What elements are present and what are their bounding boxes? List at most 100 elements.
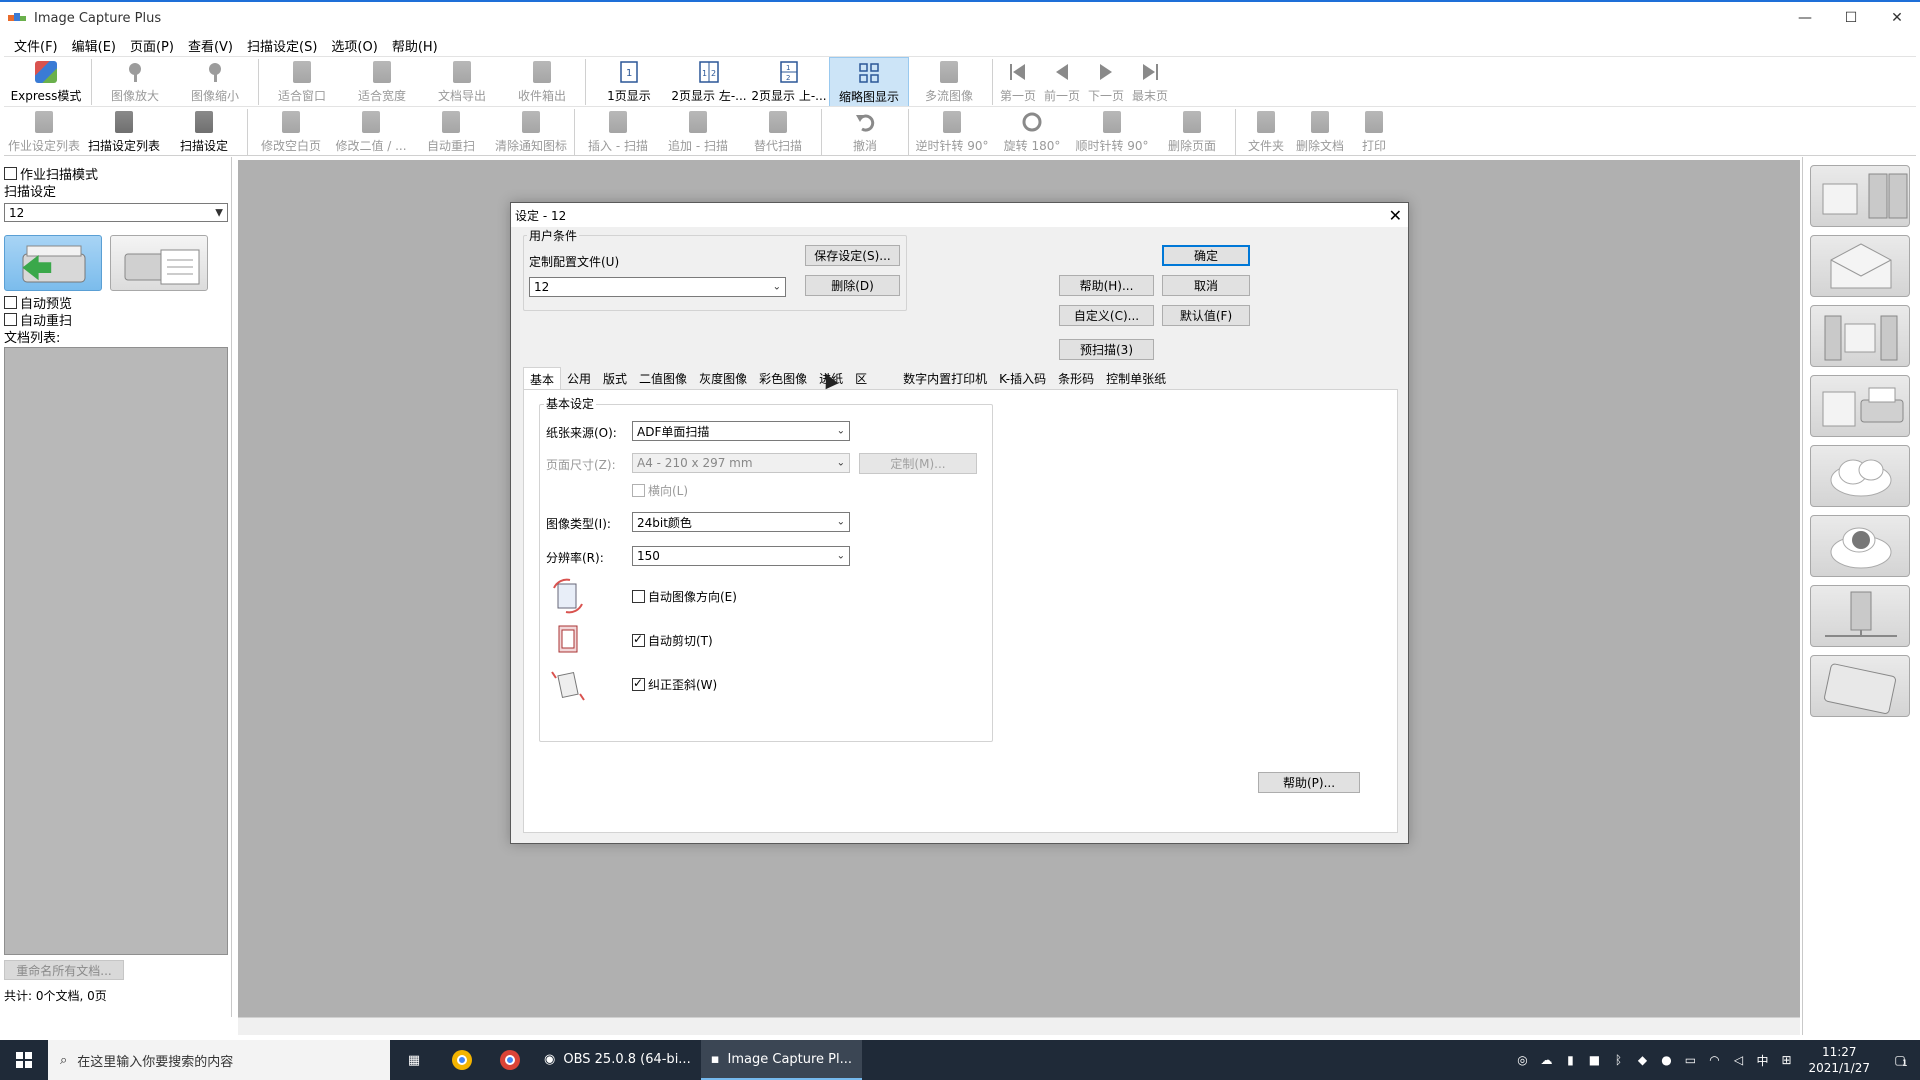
delete-document-button[interactable]: 删除文档 <box>1293 107 1347 157</box>
scan-to-app-button[interactable] <box>4 235 102 291</box>
clear-notification-button[interactable]: 清除通知图标 <box>491 107 571 157</box>
send-to-printer-button[interactable] <box>1810 375 1910 437</box>
deskew-checkbox[interactable]: 纠正歪斜(W) <box>632 676 717 693</box>
page-size-select[interactable]: A4 - 210 x 297 mm ⌄ <box>632 453 850 473</box>
send-to-online-button[interactable] <box>1810 515 1910 577</box>
zoom-out-button[interactable]: 图像缩小 <box>175 57 255 107</box>
customize-button[interactable]: 自定义(C)... <box>1059 305 1154 326</box>
custom-size-button[interactable]: 定制(M)... <box>859 453 977 474</box>
thumbnail-view-button[interactable]: 缩略图显示 <box>829 57 909 107</box>
security-icon[interactable]: ◆ <box>1632 1053 1652 1067</box>
auto-rescan-button[interactable]: 自动重扫 <box>411 107 491 157</box>
taskbar-app-image-capture[interactable]: ▪ Image Capture Pl... <box>700 1040 863 1080</box>
job-settings-list-button[interactable]: 作业设定列表 <box>4 107 84 157</box>
tab-basic[interactable]: 基本 <box>523 367 562 390</box>
two-page-tb-button[interactable]: 12 2页显示 上-... <box>749 57 829 107</box>
close-button[interactable]: ✕ <box>1874 2 1920 34</box>
scan-to-list-button[interactable] <box>110 235 208 291</box>
ok-button[interactable]: 确定 <box>1162 245 1250 266</box>
horizontal-scrollbar[interactable] <box>238 1017 1800 1035</box>
print-button[interactable]: 打印 <box>1347 107 1401 157</box>
menu-view[interactable]: 查看(V) <box>188 36 233 55</box>
scan-settings-select[interactable]: 12 ▼ <box>4 203 228 222</box>
next-page-button[interactable]: 下一页 <box>1084 57 1128 107</box>
app-tray-icon[interactable]: ■ <box>1584 1053 1604 1067</box>
tab-color-image[interactable]: 彩色图像 <box>753 367 813 389</box>
checkbox-box[interactable] <box>632 676 645 691</box>
tab-grayscale-image[interactable]: 灰度图像 <box>693 367 753 389</box>
taskbar-search[interactable]: ⌕ 在这里输入你要搜索的内容 <box>48 1040 390 1080</box>
delete-profile-button[interactable]: 删除(D) <box>805 275 900 296</box>
one-page-view-button[interactable]: 1 1页显示 <box>589 57 669 107</box>
scan-settings-list-button[interactable]: 扫描设定列表 <box>84 107 164 157</box>
profile-select[interactable]: 12 ⌄ <box>529 277 786 297</box>
minimize-button[interactable]: — <box>1782 2 1828 34</box>
wechat-icon[interactable]: ● <box>1656 1053 1676 1067</box>
ime-indicator[interactable]: 中 <box>1752 1052 1772 1069</box>
resolution-select[interactable]: 150 ⌄ <box>632 546 850 566</box>
scan-settings-button[interactable]: 扫描设定 <box>164 107 244 157</box>
send-to-folder-button[interactable] <box>1810 305 1910 367</box>
fit-window-button[interactable]: 适合窗口 <box>262 57 342 107</box>
delete-page-button[interactable]: 删除页面 <box>1152 107 1232 157</box>
checkbox-box[interactable] <box>4 296 17 309</box>
menu-options[interactable]: 选项(O) <box>331 36 377 55</box>
default-button[interactable]: 默认值(F) <box>1162 305 1250 326</box>
edit-binary-button[interactable]: 修改二值 / ... <box>331 107 411 157</box>
help-p-button[interactable]: 帮助(P)... <box>1258 772 1360 793</box>
prev-page-button[interactable]: 前一页 <box>1040 57 1084 107</box>
rotate-cw-button[interactable]: 顺时针转 90° <box>1072 107 1152 157</box>
maximize-button[interactable]: ☐ <box>1828 2 1874 34</box>
undo-button[interactable]: 撤消 <box>825 107 905 157</box>
checkbox-box[interactable] <box>4 167 17 180</box>
start-button[interactable] <box>0 1040 48 1080</box>
tab-barcode[interactable]: 条形码 <box>1052 367 1100 389</box>
tab-k-insert[interactable]: K-插入码 <box>993 367 1052 389</box>
checkbox-box[interactable] <box>632 484 645 497</box>
prescan-button[interactable]: 预扫描(3) <box>1059 339 1154 360</box>
edit-blank-page-button[interactable]: 修改空白页 <box>251 107 331 157</box>
multistream-button[interactable]: 多流图像 <box>909 57 989 107</box>
two-page-lr-button[interactable]: 12 2页显示 左-... <box>669 57 749 107</box>
cancel-button[interactable]: 取消 <box>1162 275 1250 296</box>
document-list[interactable] <box>4 347 228 955</box>
volume-icon[interactable]: ◁ <box>1728 1053 1748 1067</box>
checkbox-box[interactable] <box>632 590 645 603</box>
wifi-icon[interactable]: ◠ <box>1704 1053 1724 1067</box>
send-email-button[interactable] <box>1810 235 1910 297</box>
export-document-button[interactable]: 文档导出 <box>422 57 502 107</box>
rotate-ccw-button[interactable]: 逆时针转 90° <box>912 107 992 157</box>
bluetooth-icon[interactable]: ᛒ <box>1608 1053 1628 1067</box>
checkbox-box[interactable] <box>4 313 17 326</box>
insert-scan-button[interactable]: 插入 - 扫描 <box>578 107 658 157</box>
auto-crop-checkbox[interactable]: 自动剪切(T) <box>632 632 713 649</box>
keyboard-layout-icon[interactable]: ⊞ <box>1776 1053 1796 1067</box>
clock[interactable]: 11:27 2021/1/27 <box>1798 1044 1880 1076</box>
send-to-network-button[interactable] <box>1810 585 1910 647</box>
menu-edit[interactable]: 编辑(E) <box>72 36 116 55</box>
paper-source-select[interactable]: ADF单面扫描 ⌄ <box>632 421 850 441</box>
tab-zone[interactable]: 区 <box>849 367 897 389</box>
menu-file[interactable]: 文件(F) <box>14 36 58 55</box>
help-button[interactable]: 帮助(H)... <box>1059 275 1154 296</box>
inbox-export-button[interactable]: 收件箱出 <box>502 57 582 107</box>
tab-control-sheet[interactable]: 控制单张纸 <box>1100 367 1172 389</box>
save-settings-button[interactable]: 保存设定(S)... <box>805 245 900 266</box>
image-type-select[interactable]: 24bit颜色 ⌄ <box>632 512 850 532</box>
replace-scan-button[interactable]: 替代扫描 <box>738 107 818 157</box>
send-to-server-button[interactable] <box>1810 165 1910 227</box>
menu-scan-settings[interactable]: 扫描设定(S) <box>247 36 317 55</box>
fit-width-button[interactable]: 适合宽度 <box>342 57 422 107</box>
rename-all-button[interactable]: 重命名所有文档... <box>4 960 124 980</box>
checkbox-box[interactable] <box>632 632 645 647</box>
last-page-button[interactable]: 最末页 <box>1128 57 1172 107</box>
microphone-icon[interactable]: ▮ <box>1560 1053 1580 1067</box>
append-scan-button[interactable]: 追加 - 扫描 <box>658 107 738 157</box>
chrome-canary-icon[interactable] <box>438 1040 486 1080</box>
obs-tray-icon[interactable]: ◎ <box>1512 1053 1532 1067</box>
dialog-close-button[interactable]: ✕ <box>1389 203 1402 227</box>
onedrive-icon[interactable]: ☁ <box>1536 1053 1556 1067</box>
tab-common[interactable]: 公用 <box>561 367 597 389</box>
send-to-tablet-button[interactable] <box>1810 655 1910 717</box>
battery-icon[interactable]: ▭ <box>1680 1053 1700 1067</box>
